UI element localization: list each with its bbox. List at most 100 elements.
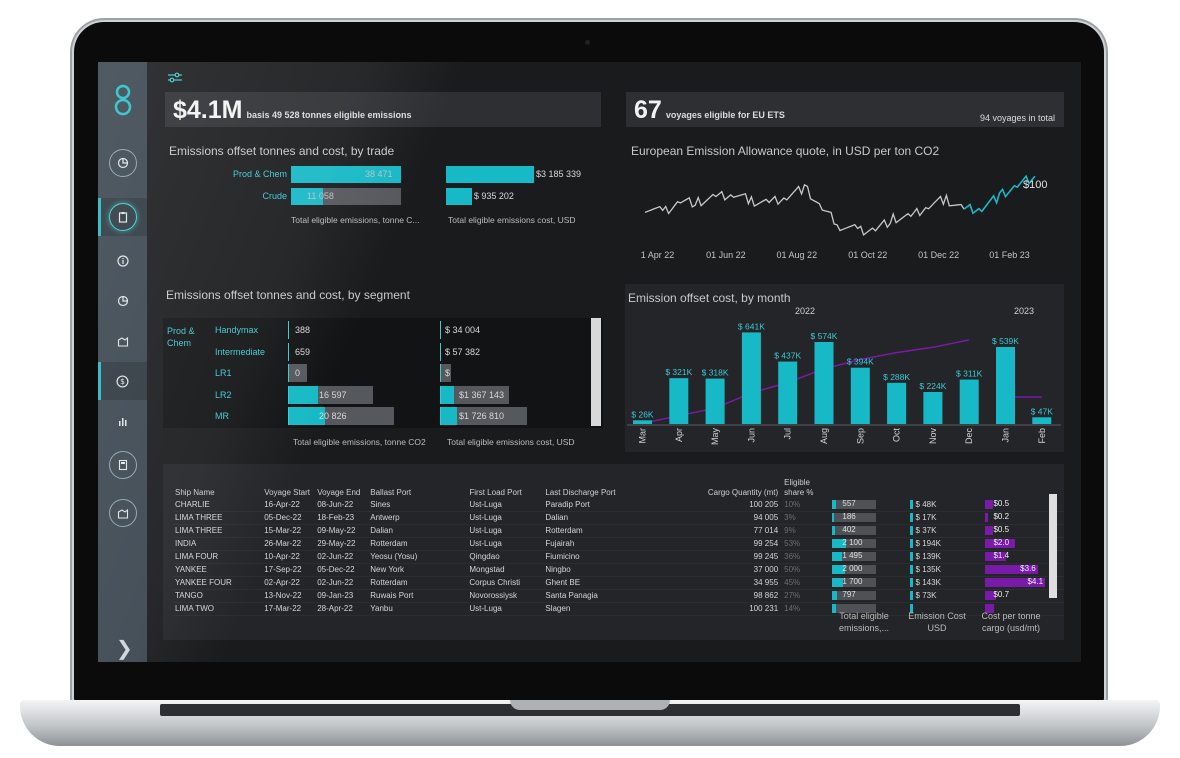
year-label: 2023 <box>1014 306 1034 316</box>
segment-scrollbar[interactable] <box>591 318 601 426</box>
cpt-bar: $0.7 <box>985 590 1009 601</box>
month-bar-label: $ 47K <box>1031 406 1054 416</box>
expand-chevron-icon[interactable]: ❯ <box>116 636 133 661</box>
table-header-cell[interactable] <box>830 478 907 499</box>
month-bar-label: $ 26K <box>631 409 654 419</box>
segment-tonnes-bar <box>289 385 318 404</box>
month-bar <box>669 378 689 424</box>
sidebar-item-info[interactable] <box>98 242 147 280</box>
table-header-cell[interactable]: Cargo Quantity (mt) <box>694 478 782 499</box>
cell-ballast: Yeosu (Yosu) <box>368 550 468 564</box>
cell-load: Mongstad <box>467 563 544 577</box>
emissions-bar-bg: 2 000 <box>832 564 877 575</box>
cell-load: Ust-Luga <box>467 511 544 525</box>
month-tick: Dec <box>964 428 974 445</box>
month-bar-label: $ 288K <box>883 372 910 382</box>
table-header-cell[interactable]: Ship Name <box>173 478 262 499</box>
segment-tonnes-label: 0 <box>295 368 301 378</box>
table-header-cell[interactable]: Voyage Start <box>262 478 315 499</box>
trade-row-label: Prod & Chem <box>232 169 287 179</box>
table-row[interactable]: YANKEE 17-Sep-22 05-Dec-22 New York Mongstad… <box>173 563 1064 577</box>
eua-x-tick: 01 Feb 23 <box>989 250 1030 260</box>
table-row[interactable]: YANKEE FOUR 02-Apr-22 02-Jun-22 Rotterdam Co… <box>173 576 1064 590</box>
segment-tonnes-label: 20 826 <box>319 411 347 421</box>
cell-emissions: 557 <box>830 499 908 512</box>
sidebar-item-charts[interactable] <box>98 402 147 440</box>
segment-tonnes-label: 16 597 <box>319 389 347 400</box>
cell-ballast: New York <box>368 563 468 577</box>
cell-cost: $ 143K <box>907 576 984 590</box>
cell-emissions: 2 000 <box>830 563 908 577</box>
cell-load: Ust-Luga <box>467 499 544 512</box>
month-tick: Jul <box>783 428 793 440</box>
cell-ballast: Antwerp <box>368 511 468 525</box>
cost-bar <box>909 552 913 562</box>
cpt-bar: $3.6 <box>985 564 1039 575</box>
monthly-title: Emission offset cost, by month <box>628 291 791 305</box>
sidebar-item-plant[interactable] <box>98 494 147 532</box>
table-scrollbar[interactable] <box>1049 494 1057 598</box>
factory-icon <box>117 336 128 347</box>
trade-cost-bar <box>446 188 472 205</box>
cost-bar <box>909 513 913 523</box>
cell-emissions: 402 <box>830 524 908 538</box>
month-bar <box>1032 417 1052 424</box>
cell-ballast: Rotterdam <box>368 537 468 551</box>
cost-bar <box>909 578 913 588</box>
table-header-cell[interactable] <box>908 478 984 499</box>
trade-tonnes-label: 38 471 <box>365 169 393 179</box>
month-tick: Oct <box>892 428 902 443</box>
month-tick: Jan <box>1001 428 1011 443</box>
table-header-cell[interactable]: Ballast Port <box>368 478 467 499</box>
table-row[interactable]: CHARLIE 16-Apr-22 08-Jun-22 Sines Ust-Luga Pa… <box>173 499 1064 512</box>
cell-load: Ust-Luga <box>467 524 544 538</box>
sidebar-item-overview[interactable] <box>98 144 147 182</box>
cell-ship: YANKEE <box>173 563 263 577</box>
emissions-bar-bg: 557 <box>832 499 877 510</box>
cell-share: 3% <box>782 511 831 525</box>
cpt-label: $0.2 <box>993 512 1010 522</box>
cell-share: 14% <box>782 602 831 616</box>
cell-share: 53% <box>782 537 831 551</box>
table-row[interactable]: TANGO 13-Nov-22 09-Jan-23 Ruwais Port Novoro… <box>173 589 1064 603</box>
table-header-cell[interactable]: Voyage End <box>315 478 368 499</box>
screen: $ ❯ $4.1M basis 49 528 tonnes eligible e… <box>98 62 1081 662</box>
table-header-cell[interactable]: First Load Port <box>467 478 543 499</box>
cell-share: 36% <box>782 550 831 564</box>
table-row[interactable]: LIMA FOUR 10-Apr-22 02-Jun-22 Yeosu (Yosu) Q… <box>173 550 1064 564</box>
cell-cost: $ 48K <box>907 499 984 512</box>
cell-ship: LIMA FOUR <box>173 550 263 564</box>
cell-discharge: Slagen <box>543 602 694 616</box>
cpt-bar: $0.2 <box>985 512 1009 523</box>
segment-cost-label: $ 34 004 <box>445 325 481 335</box>
table-row[interactable]: INDIA 26-Mar-22 29-May-22 Rotterdam Ust-Luga… <box>173 537 1064 551</box>
table-header-cell[interactable]: Last Discharge Port <box>543 478 693 499</box>
sidebar-item-calculator[interactable] <box>98 446 147 484</box>
sidebar-item-cost[interactable]: $ <box>98 362 147 400</box>
cell-ballast: Yanbu <box>368 602 468 616</box>
cell-qty: 94 005 <box>693 511 783 525</box>
segment-caption-tonnes: Total eligible emissions, tonne CO2 <box>293 437 426 447</box>
filter-icon[interactable] <box>167 72 183 84</box>
cell-start: 26-Mar-22 <box>262 537 316 551</box>
footer-cpt: Cost per tonne cargo (usd/mt) <box>981 611 1041 633</box>
sidebar-item-analytics[interactable] <box>98 282 147 320</box>
month-bar <box>814 342 834 424</box>
table-row[interactable]: LIMA THREE 05-Dec-22 18-Feb-23 Antwerp Ust-L… <box>173 511 1064 525</box>
cpt-bar: $2.0 <box>985 538 1015 549</box>
cost-bar <box>909 591 913 601</box>
month-bar-label: $ 437K <box>774 351 801 361</box>
segment-cost-label: $1 367 143 <box>459 389 505 400</box>
month-bar <box>741 332 761 424</box>
emissions-bar-bg: 797 <box>832 590 877 601</box>
cell-qty: 100 205 <box>693 499 783 512</box>
cell-start: 17-Sep-22 <box>262 563 316 577</box>
cell-end: 08-Jun-22 <box>315 499 369 512</box>
month-tick: Apr <box>674 428 684 442</box>
sidebar-item-emissions[interactable] <box>98 322 147 360</box>
table-header-cell[interactable]: Eligible share % <box>782 478 830 499</box>
month-bar <box>850 367 870 424</box>
cpt-label: $3.6 <box>1020 564 1036 574</box>
table-row[interactable]: LIMA THREE 15-Mar-22 09-May-22 Dalian Ust-Lu… <box>173 524 1064 538</box>
sidebar-item-reports[interactable] <box>98 198 147 236</box>
